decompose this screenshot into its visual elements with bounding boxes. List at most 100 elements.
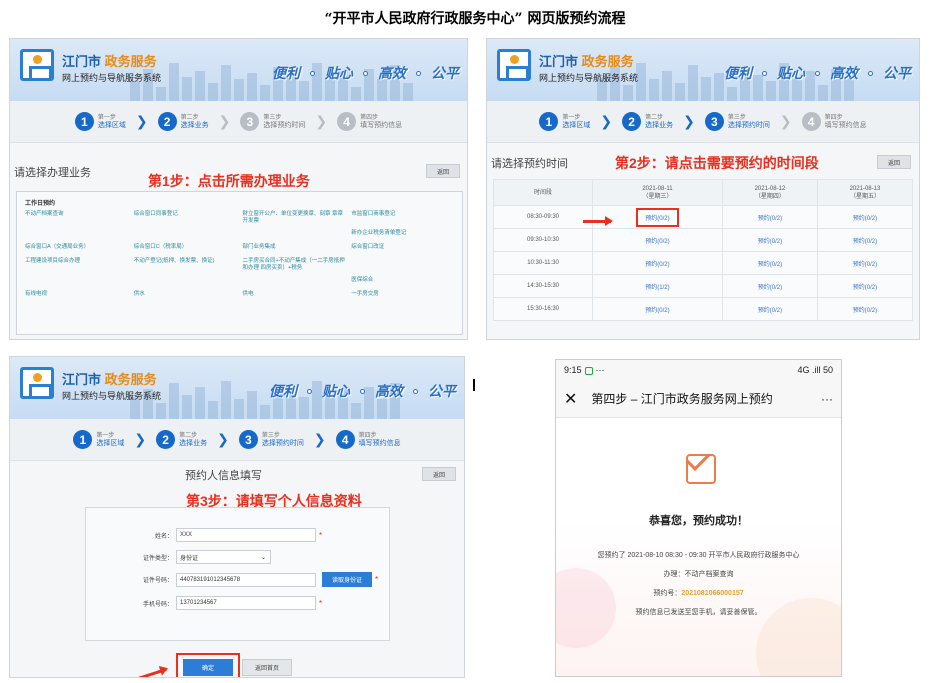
form-row-name: 姓名： XXX * — [86, 528, 322, 542]
step4-screenshot: 9:15 ··· 4G .ill 50 ✕ 第四步 – 江门市政务服务网上预约 ·… — [555, 359, 842, 677]
slot-cell: 预约(0/2) — [721, 205, 818, 229]
slot-link[interactable]: 预约(0/2) — [758, 308, 782, 314]
name-input[interactable]: XXX — [176, 528, 316, 542]
success-title: 恭喜您，预约成功！ — [649, 515, 748, 527]
steps-bar: 1 第一步 选择区域 ❯ 2 第二步 选择业务 ❯ 3 第三步 选择预约时间 ❯ 4 第四步填… — [10, 101, 467, 143]
phone-input[interactable]: 13701234567 — [176, 596, 316, 610]
booking-detail: 您预约了 2021-08-10 08:30 - 09:30 开平市人民政府行政服… — [597, 552, 800, 559]
slot-link[interactable]: 预约(0/2) — [758, 262, 782, 268]
slot-link[interactable]: 预约(0/2) — [853, 239, 877, 245]
slot-link[interactable]: 预约(0/2) — [853, 262, 877, 268]
slot-link[interactable]: 预约(0/2) — [758, 285, 782, 291]
business-list: 工作日预约 不动产档案查询 综合窗口同事登记 财立窗开公户、单位变更换章、刻章 章章… — [16, 191, 463, 335]
slot-link[interactable]: 预约(0/2) — [853, 285, 877, 291]
section-title: 预约人信息填写 — [185, 470, 262, 482]
booking-service: 办理：不动产档案查询 — [663, 571, 734, 578]
slot-link[interactable]: 预约(0/2) — [645, 239, 669, 245]
chevron-right-icon: ❯ — [779, 113, 792, 129]
back-button[interactable]: 返回 — [877, 155, 911, 169]
table-row: 09:30-10:30 预约(0/2) 预约(0/2) 预约(0/2) — [493, 228, 914, 252]
chevron-right-icon: ❯ — [315, 113, 328, 129]
business-item[interactable]: 不动产登记(抵押、换发票、换证) — [134, 258, 237, 272]
site-logo-icon — [20, 49, 54, 81]
more-icon[interactable]: ··· — [821, 392, 833, 406]
business-item[interactable]: 一手房交房 — [351, 291, 454, 300]
form-row-id-type: 证件类型： 身份证 ⌄ — [86, 550, 271, 564]
business-item[interactable]: 工程建设项目综合办理 — [25, 258, 128, 272]
back-home-button[interactable]: 返回首页 — [242, 659, 292, 676]
business-item[interactable]: 综合窗口改证 — [351, 244, 454, 253]
slot-cell: 预约(1/2) — [592, 274, 723, 298]
business-item[interactable]: 有线电视 — [25, 291, 128, 300]
chevron-right-icon: ❯ — [218, 113, 231, 129]
step2-annotation: 第2步：请点击需要预约的时间段 — [615, 155, 819, 171]
empty-cell — [134, 277, 237, 286]
slot-cell: 预约(0/2) — [721, 228, 818, 252]
slot-link[interactable]: 预约(0/2) — [758, 239, 782, 245]
business-item[interactable]: 综合窗口A（交通局业务） — [25, 244, 128, 253]
column-header-date: 2021-08-12 （星期四） — [721, 179, 818, 206]
chevron-right-icon: ❯ — [313, 431, 326, 447]
site-logo-icon — [497, 49, 531, 81]
booking-notice: 预约信息已发送至您手机，请妥善保管。 — [635, 609, 762, 616]
id-type-select[interactable]: 身份证 ⌄ — [176, 550, 271, 564]
back-button[interactable]: 返回 — [422, 467, 456, 481]
step-2: 2 第二步 选择业务 — [156, 430, 207, 449]
slot-link[interactable]: 预约(0/2) — [645, 262, 669, 268]
business-item[interactable]: 综合窗口同事登记 — [134, 211, 237, 225]
red-arrow-icon — [131, 667, 167, 677]
wechat-icon — [584, 366, 593, 375]
booking-number: 预约号：2021081066000157 — [653, 590, 744, 597]
business-item[interactable]: 医保综合 — [351, 277, 454, 286]
slot-link[interactable]: 预约(0/2) — [853, 216, 877, 222]
business-item[interactable]: 部门业务集成 — [243, 244, 346, 253]
step-4: 4 第四步 填写预约信息 — [801, 112, 867, 131]
step2-screenshot: 江门市 政务服务 网上预约与导航服务系统 便利 贴心 高效 公平 1 第一步 选择区… — [486, 38, 920, 340]
empty-cell — [25, 230, 128, 239]
slot-link[interactable]: 预约(1/2) — [645, 285, 669, 291]
step-4: 4 第四步 填写预约信息 — [337, 112, 402, 131]
id-number-input[interactable]: 440783191012345678 — [176, 572, 316, 587]
slot-link[interactable]: 预约(0/2) — [758, 216, 782, 222]
table-row: 08:30-09:30 预约(0/2) 预约(0/2) 预约(0/2) — [493, 205, 914, 229]
slot-cell: 预约(0/2) — [816, 205, 914, 229]
slot-link[interactable]: 预约(0/2) — [853, 308, 877, 314]
list-header: 工作日预约 — [25, 201, 56, 207]
chevron-right-icon: ❯ — [600, 113, 613, 129]
close-icon[interactable]: ✕ — [564, 389, 577, 409]
slogans: 便利 贴心 高效 公平 — [272, 65, 459, 81]
business-item[interactable]: 市监窗口商事登记 — [351, 211, 454, 225]
step-1: 1 第一步 选择区域 — [73, 430, 124, 449]
site-title: 江门市 政务服务 — [539, 54, 634, 69]
time-cell: 15:30-16:30 — [493, 297, 593, 321]
slot-link[interactable]: 预约(0/2) — [645, 308, 669, 314]
step-3: 3 第三步 选择预约时间 — [238, 430, 304, 449]
section-title: 请选择预约时间 — [491, 158, 568, 170]
step-3: 3 第三步 选择预约时间 — [240, 112, 305, 131]
step1-annotation: 第1步：点击所需办理业务 — [148, 173, 310, 189]
business-item[interactable]: 财立窗开公户、单位变更换章、刻章 章章开发票 — [243, 211, 346, 225]
confirm-button[interactable]: 确定 — [183, 659, 233, 676]
step-1: 1 第一步 选择区域 — [539, 112, 590, 131]
chevron-right-icon: ❯ — [683, 113, 695, 129]
slot-cell: 预约(0/2) — [721, 274, 818, 298]
site-subtitle: 网上预约与导航服务系统 — [539, 73, 639, 83]
business-item[interactable]: 二手房买合同+不动产集成（一二手房抵押和办理 四房买卖）+税务 — [243, 258, 346, 272]
site-header: 江门市 政务服务 网上预约与导航服务系统 便利 贴心 高效 公平 — [10, 357, 464, 419]
applicant-form: 姓名： XXX * 证件类型： 身份证 ⌄ 证件号码： 4407831910123… — [85, 507, 390, 641]
form-row-id-number: 证件号码： 440783191012345678 读取身份证 * — [86, 572, 378, 587]
business-item[interactable]: 综合窗口C（税率局） — [134, 244, 237, 253]
business-item[interactable]: 供水 — [134, 291, 237, 300]
section-title: 请选择办理业务 — [14, 167, 91, 179]
time-slot-table: 时间段 2021-08-11 （星期三） 2021-08-12 （星期四） 2021… — [493, 179, 914, 321]
slot-link[interactable]: 预约(0/2) — [636, 207, 679, 227]
nav-title: 第四步 – 江门市政务服务网上预约 — [591, 392, 773, 406]
back-button[interactable]: 返回 — [426, 164, 460, 178]
slot-cell: 预约(0/2) — [592, 251, 723, 275]
nav-bar: ✕ 第四步 – 江门市政务服务网上预约 ··· — [556, 380, 841, 418]
business-item[interactable]: 新办企业税务清单登记 — [351, 230, 454, 239]
business-item[interactable]: 供电 — [243, 291, 346, 300]
business-item[interactable]: 不动产档案查询 — [25, 211, 128, 225]
document-title: “开平市人民政府行政服务中心” 网页版预约流程 — [324, 11, 626, 27]
read-id-card-button[interactable]: 读取身份证 — [322, 572, 372, 587]
